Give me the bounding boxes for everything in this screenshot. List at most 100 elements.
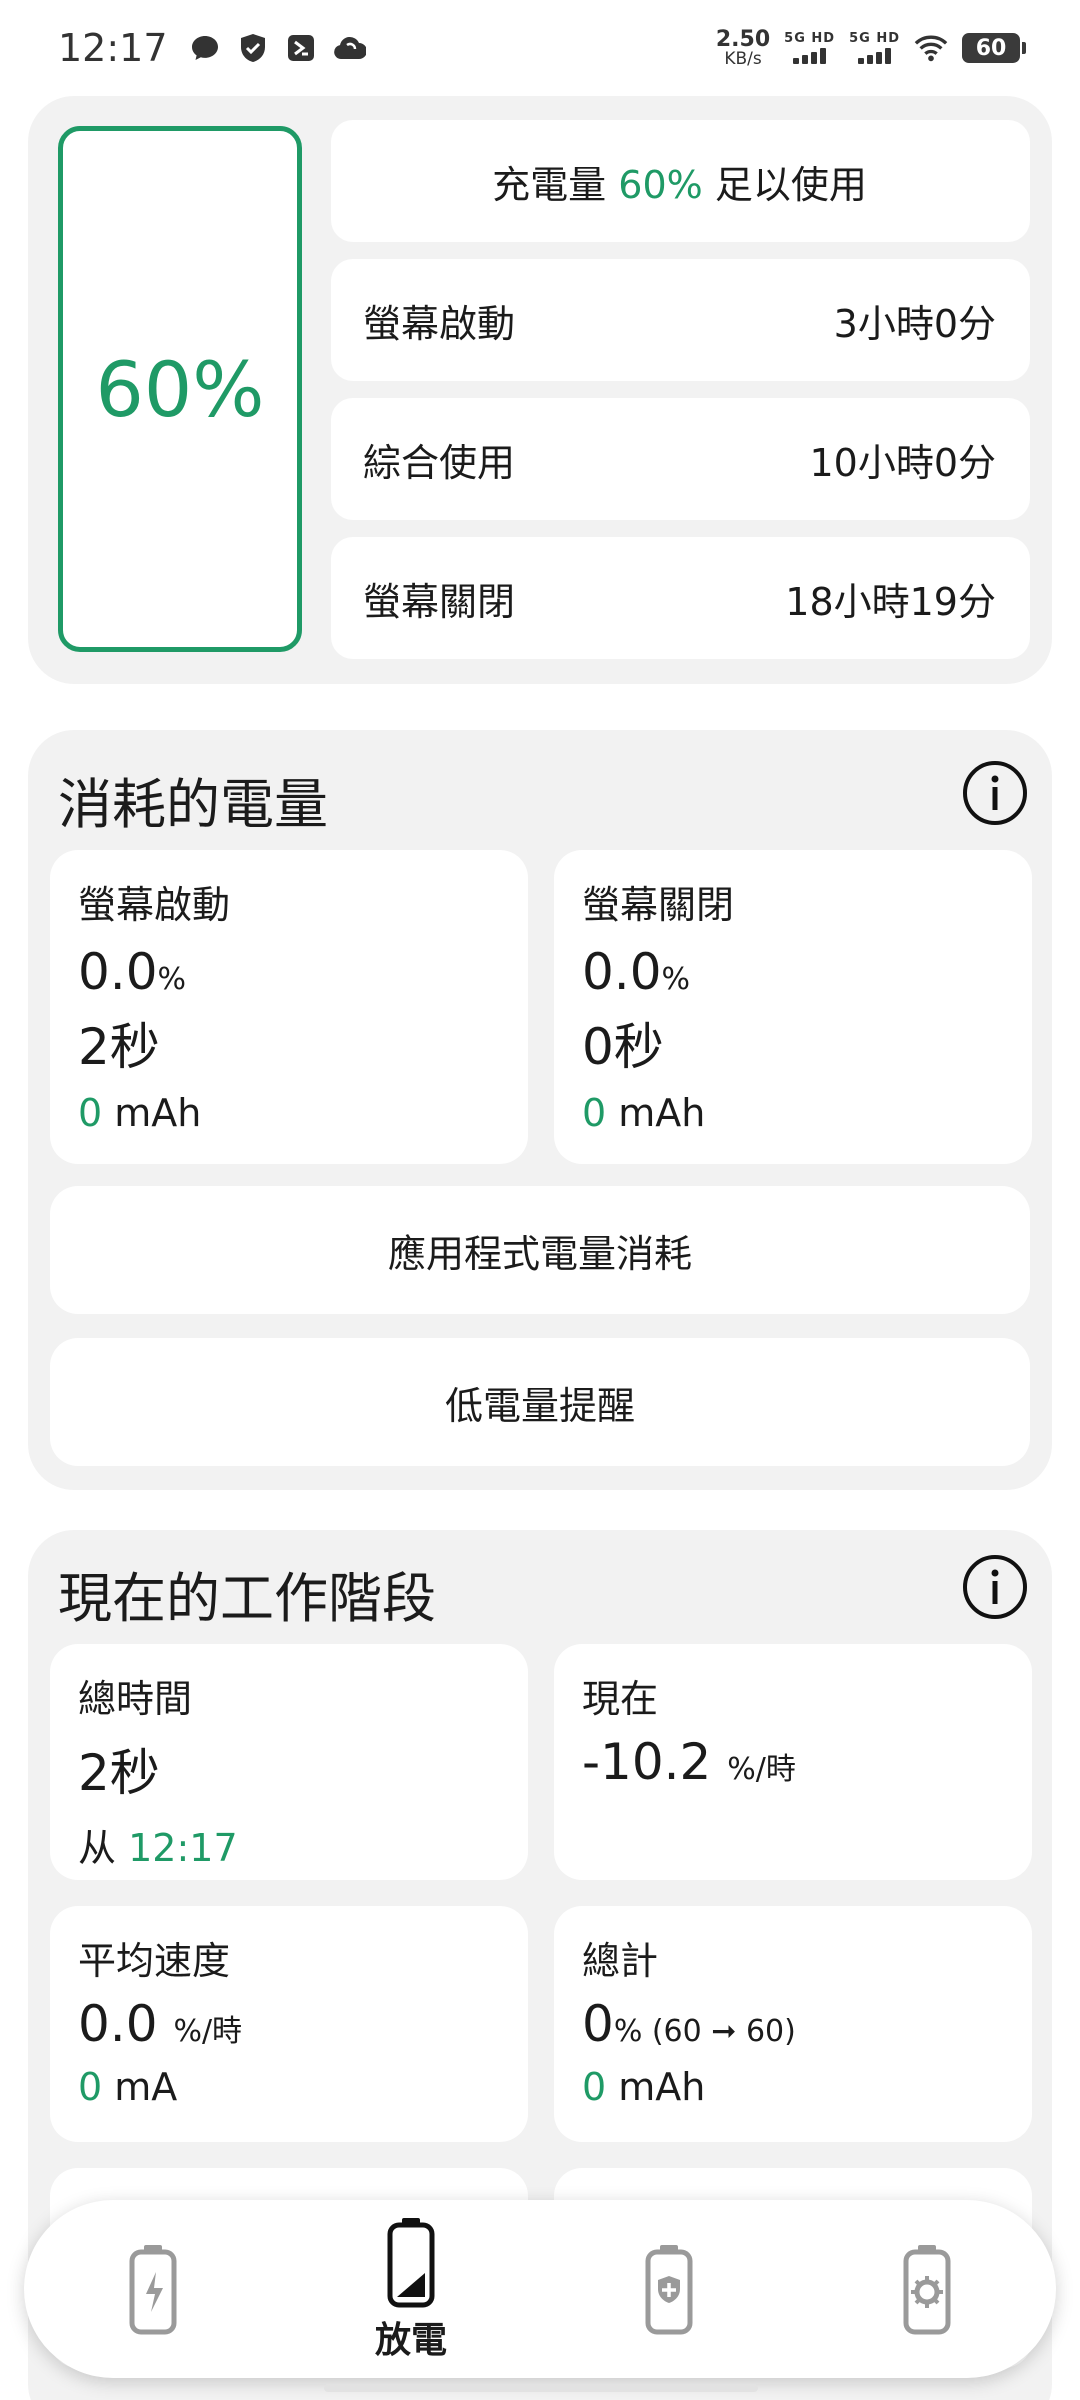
battery-level-box: 60% (58, 126, 302, 652)
tile-mah-unit: mAh (114, 1091, 202, 1135)
battery-app-screen: 12:17 2.50 KB/s 5G HD 5G HD 60 60% 充電量 6… (0, 0, 1080, 2400)
tile-mah: 0 mAh (582, 2065, 1004, 2109)
estimate-label: 螢幕啟動 (363, 301, 516, 346)
estimate-row-mixed-use: 綜合使用 10小時0分 (331, 398, 1030, 520)
sim2-signal-icon (858, 48, 892, 64)
tile-value: 2秒 (78, 1744, 160, 1802)
session-total-time-tile: 總時間 2秒 从 12:17 (50, 1644, 528, 1880)
tile-mah: 0 mAh (78, 1091, 500, 1135)
consumed-title: 消耗的電量 (58, 773, 328, 836)
estimate-value: 3小時0分 (833, 301, 996, 346)
nav-health-tab[interactable] (569, 2242, 769, 2336)
tile-label: 螢幕關閉 (582, 883, 735, 927)
consumed-battery-card: 消耗的電量 螢幕啟動 0.0% 2秒 0 mAh 螢幕關閉 0.0% 0秒 0 … (28, 730, 1052, 1490)
cloud-icon (332, 31, 366, 65)
session-avg-speed-tile: 平均速度 0.0 %/時 0 mA (50, 1906, 528, 2142)
charge-suffix: 足以使用 (714, 162, 867, 207)
network-speed-unit: KB/s (724, 48, 762, 69)
bottom-navigation: 放電 (24, 2200, 1056, 2378)
status-bar: 12:17 2.50 KB/s 5G HD 5G HD 60 (0, 0, 1080, 96)
tile-total-unit: % (60 ➞ 60) (613, 2014, 796, 2049)
tile-total: 0% (60 ➞ 60) (582, 1995, 1004, 2053)
consumed-screen-on-tile: 螢幕啟動 0.0% 2秒 0 mAh (50, 850, 528, 1164)
tile-total-value: 0 (582, 1995, 614, 2053)
session-info-icon[interactable] (962, 1554, 1028, 1620)
estimate-value: 18小時19分 (785, 579, 996, 624)
tile-mah-value: 0 (78, 1091, 103, 1135)
charge-value: 60% (618, 162, 703, 207)
tile-rate: -10.2 %/時 (582, 1733, 1004, 1791)
app-notification-icon (284, 31, 318, 65)
tile-mah: 0 mAh (582, 1091, 1004, 1135)
charge-prefix: 充電量 (492, 162, 607, 207)
shield-check-icon (236, 31, 270, 65)
tile-percent-value: 0.0 (78, 943, 158, 1001)
sim1-label: 5G HD (784, 31, 836, 46)
tile-label: 總計 (582, 1939, 659, 1983)
estimate-label: 螢幕關閉 (363, 579, 516, 624)
estimate-label: 綜合使用 (363, 440, 516, 485)
consumed-info-icon[interactable] (962, 760, 1028, 826)
tile-mah-value: 0 (582, 2065, 607, 2109)
nav-discharge-tab[interactable]: 放電 (311, 2215, 511, 2363)
charge-status-text: 充電量 60% 足以使用 (492, 154, 867, 209)
tile-label: 現在 (582, 1677, 659, 1721)
tile-ma-unit: mA (114, 2065, 178, 2109)
session-total-tile: 總計 0% (60 ➞ 60) 0 mAh (554, 1906, 1032, 2142)
nav-discharge-label: 放電 (374, 2320, 447, 2361)
nav-charge-tab[interactable] (53, 2242, 253, 2336)
message-icon (188, 31, 222, 65)
estimate-row-screen-off: 螢幕關閉 18小時19分 (331, 537, 1030, 659)
consumed-screen-off-tile: 螢幕關閉 0.0% 0秒 0 mAh (554, 850, 1032, 1164)
nav-settings-tab[interactable] (827, 2242, 1027, 2336)
battery-status-level: 60 (975, 35, 1007, 61)
charge-status-row: 充電量 60% 足以使用 (331, 120, 1030, 242)
wifi-icon (914, 31, 948, 65)
low-battery-alert-button[interactable]: 低電量提醒 (50, 1338, 1030, 1466)
status-time: 12:17 (58, 26, 168, 70)
tile-rate-value: 0.0 (78, 1995, 158, 2053)
status-left: 12:17 (58, 26, 366, 70)
sim2-label: 5G HD (849, 31, 900, 46)
battery-settings-icon (903, 2245, 951, 2335)
tile-percent: 0.0% (582, 943, 1004, 1001)
sim2-signal: 5G HD (849, 32, 900, 64)
tile-label: 總時間 (78, 1677, 193, 1721)
tile-mah-unit: mAh (618, 1091, 706, 1135)
battery-charge-icon (129, 2245, 177, 2335)
status-right: 2.50 KB/s 5G HD 5G HD 60 (715, 26, 1026, 69)
sim1-signal: 5G HD (784, 32, 835, 64)
home-indicator[interactable] (324, 2384, 758, 2392)
tile-from-time: 12:17 (128, 1826, 238, 1870)
tile-label: 平均速度 (78, 1939, 231, 1983)
battery-status-icon: 60 (962, 33, 1026, 63)
tile-mah-value: 0 (582, 1091, 607, 1135)
battery-discharge-icon (387, 2218, 435, 2308)
tile-duration: 2秒 (78, 1018, 160, 1076)
tile-from-prefix: 从 (78, 1826, 117, 1870)
tile-percent-unit: % (157, 962, 187, 997)
sim1-signal-icon (793, 48, 827, 64)
tile-ma: 0 mA (78, 2065, 500, 2109)
tile-from: 从 12:17 (78, 1817, 500, 1872)
tile-percent: 0.0% (78, 943, 500, 1001)
tile-percent-unit: % (661, 962, 691, 997)
session-current-tile: 現在 -10.2 %/時 (554, 1644, 1032, 1880)
tile-rate-value: -10.2 (582, 1733, 712, 1791)
app-usage-button[interactable]: 應用程式電量消耗 (50, 1186, 1030, 1314)
tile-rate-unit: %/時 (173, 2014, 243, 2049)
tile-percent-value: 0.0 (582, 943, 662, 1001)
tile-rate: 0.0 %/時 (78, 1995, 500, 2053)
network-speed-value: 2.50 (715, 26, 771, 52)
battery-summary-card: 60% 充電量 60% 足以使用 螢幕啟動 3小時0分 綜合使用 10小時0分 … (28, 96, 1052, 684)
tile-mah-unit: mAh (618, 2065, 706, 2109)
tile-duration: 0秒 (582, 1018, 664, 1076)
battery-health-icon (645, 2245, 693, 2335)
tile-rate-unit: %/時 (727, 1752, 796, 1787)
tile-ma-value: 0 (78, 2065, 103, 2109)
estimate-value: 10小時0分 (809, 440, 996, 485)
network-speed: 2.50 KB/s (715, 26, 771, 69)
tile-label: 螢幕啟動 (78, 883, 231, 927)
estimate-row-screen-on: 螢幕啟動 3小時0分 (331, 259, 1030, 381)
battery-level-percent: 60% (95, 344, 265, 434)
